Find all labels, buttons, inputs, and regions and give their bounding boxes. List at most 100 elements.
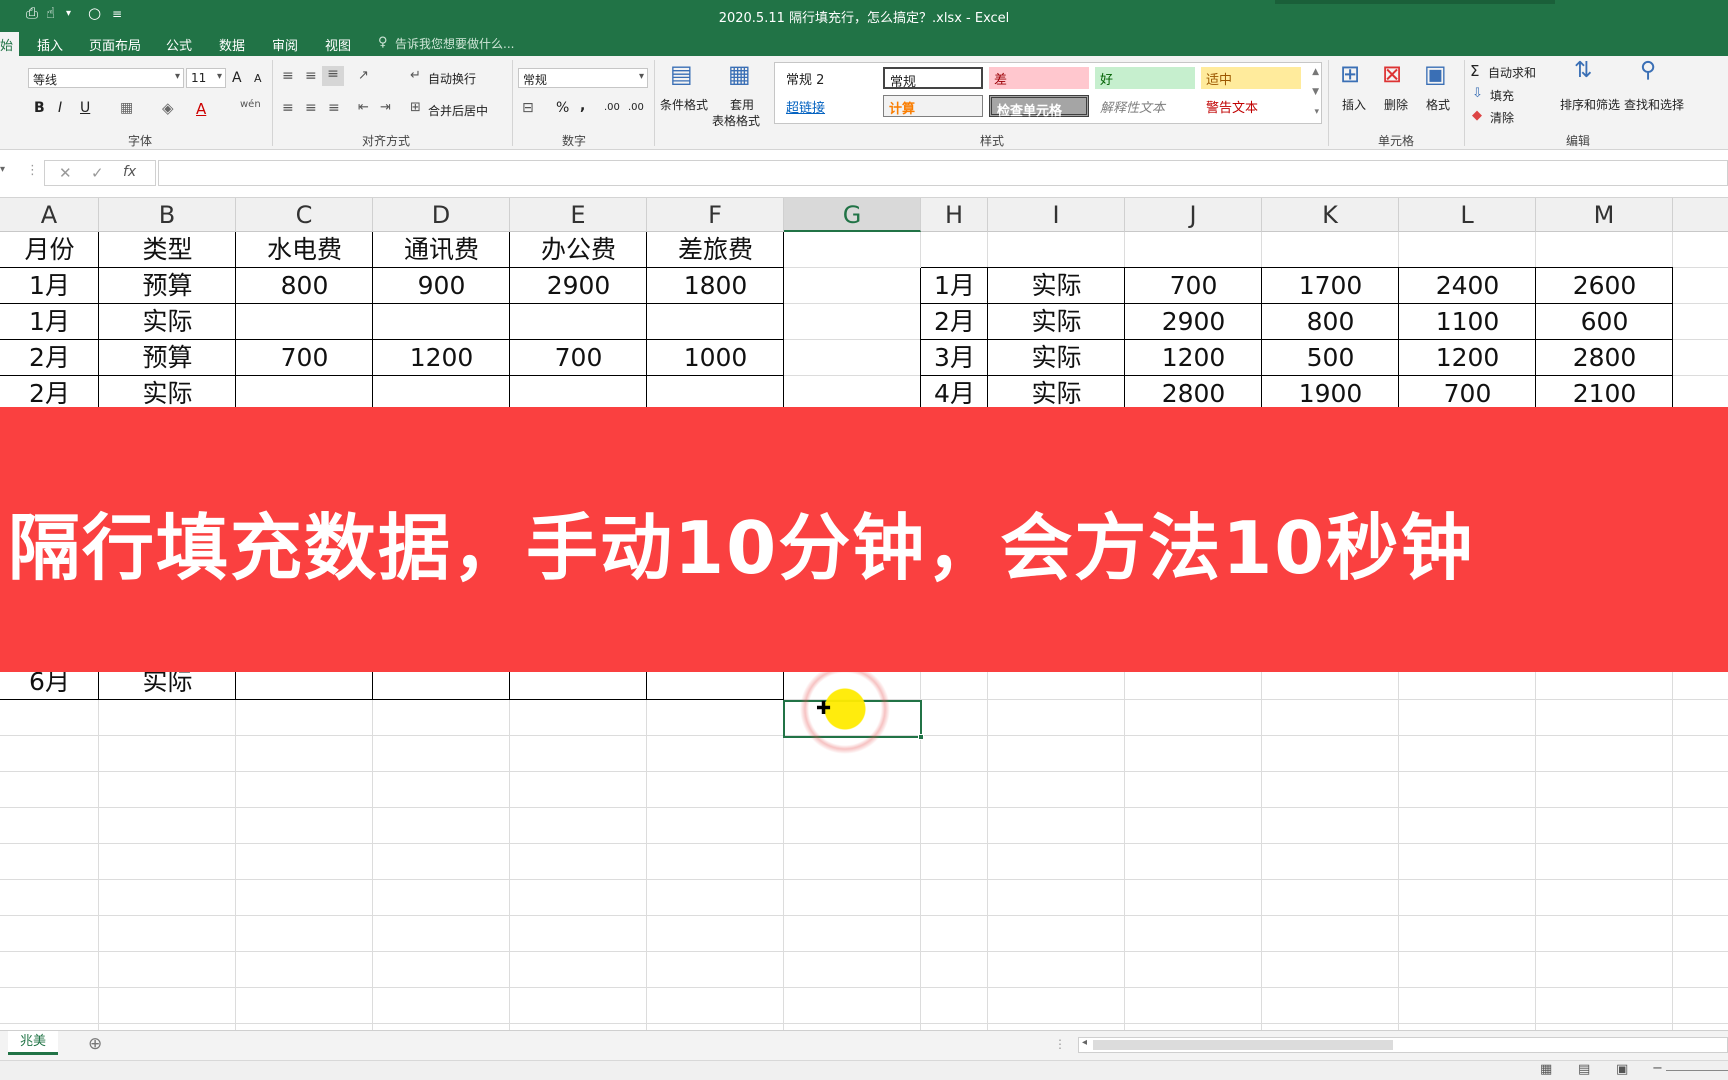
tab-view[interactable]: 视图 <box>325 35 351 54</box>
tab-data[interactable]: 数据 <box>219 35 245 54</box>
data-cell[interactable]: 600 <box>1536 304 1673 340</box>
tab-home[interactable]: 始 <box>0 32 20 56</box>
style-neutral[interactable]: 适中 <box>1201 67 1301 89</box>
increase-decimal-button[interactable]: .00 <box>604 102 620 113</box>
insert-function-button[interactable]: fx <box>123 164 136 180</box>
number-format-select[interactable]: 常规 <box>518 68 648 88</box>
align-left-icon[interactable]: ≡ <box>282 100 294 116</box>
data-cell[interactable]: 1700 <box>1262 268 1399 304</box>
data-cell[interactable]: 1200 <box>1125 340 1262 376</box>
data-cell[interactable]: 实际 <box>988 268 1125 304</box>
fill-color-icon[interactable]: ◈ <box>162 99 174 117</box>
col-header-f[interactable]: F <box>647 198 784 232</box>
underline-button[interactable]: U <box>80 100 90 116</box>
col-header-k[interactable]: K <box>1262 198 1399 232</box>
style-calculation[interactable]: 计算 <box>883 95 983 117</box>
header-cell[interactable]: 月份 <box>0 232 99 268</box>
col-header-i[interactable]: I <box>988 198 1125 232</box>
comma-button[interactable]: , <box>580 98 585 114</box>
data-cell[interactable]: 预算 <box>99 340 236 376</box>
col-header-j[interactable]: J <box>1125 198 1262 232</box>
data-cell[interactable]: 800 <box>236 268 373 304</box>
data-cell[interactable] <box>236 304 373 340</box>
decrease-decimal-button[interactable]: .00 <box>628 102 644 113</box>
tab-insert[interactable]: 插入 <box>37 35 63 54</box>
data-cell[interactable]: 2600 <box>1536 268 1673 304</box>
col-header-d[interactable]: D <box>373 198 510 232</box>
sheet-tab[interactable]: 兆美 <box>8 1031 58 1055</box>
data-cell[interactable]: 2400 <box>1399 268 1536 304</box>
header-cell[interactable]: 通讯费 <box>373 232 510 268</box>
header-cell[interactable]: 水电费 <box>236 232 373 268</box>
data-cell[interactable]: 700 <box>510 340 647 376</box>
zoom-out-icon[interactable]: − <box>1652 1061 1663 1076</box>
merge-center-button[interactable]: 合并后居中 <box>428 102 488 119</box>
fill-handle[interactable] <box>918 734 924 740</box>
style-check-cell[interactable]: 检查单元格 <box>989 95 1089 119</box>
tab-split-grip[interactable]: ⋮ <box>1054 1037 1066 1051</box>
font-size-select[interactable]: 11 <box>186 68 226 88</box>
phonetic-button[interactable]: wén <box>240 99 261 110</box>
data-cell[interactable]: 1800 <box>647 268 784 304</box>
page-break-view-icon[interactable]: ▣ <box>1616 1062 1628 1077</box>
delete-cells-button[interactable]: 删除 <box>1384 96 1408 113</box>
clear-button[interactable]: 清除 <box>1490 109 1514 126</box>
increase-indent-icon[interactable]: ⇥ <box>380 100 391 115</box>
increase-font-button[interactable]: A <box>232 70 242 86</box>
wrap-text-button[interactable]: 自动换行 <box>428 70 476 87</box>
data-cell[interactable]: 1000 <box>647 340 784 376</box>
col-header-n[interactable] <box>1673 198 1728 232</box>
col-header-h[interactable]: H <box>921 198 988 232</box>
data-cell[interactable]: 700 <box>1125 268 1262 304</box>
cancel-button[interactable]: ✕ <box>59 164 72 182</box>
horizontal-scrollbar[interactable]: ◂ <box>1078 1037 1728 1053</box>
data-cell[interactable]: 2月 <box>921 304 988 340</box>
scroll-thumb[interactable] <box>1093 1040 1393 1050</box>
tab-review[interactable]: 审阅 <box>272 35 298 54</box>
data-cell[interactable]: 1月 <box>0 268 99 304</box>
normal-view-icon[interactable]: ▦ <box>1540 1062 1552 1077</box>
autosum-button[interactable]: 自动求和 <box>1488 64 1536 81</box>
name-box-dropdown-icon[interactable]: ▾ <box>0 164 5 175</box>
format-table-label-2[interactable]: 表格格式 <box>712 112 760 129</box>
data-cell[interactable]: 2900 <box>510 268 647 304</box>
data-cell[interactable]: 1200 <box>373 340 510 376</box>
insert-cells-button[interactable]: 插入 <box>1342 96 1366 113</box>
data-cell[interactable]: 3月 <box>921 340 988 376</box>
data-cell[interactable] <box>647 304 784 340</box>
align-middle-icon[interactable]: ≡ <box>305 68 317 84</box>
style-normal[interactable]: 常规 <box>883 67 983 90</box>
align-top-icon[interactable]: ≡ <box>282 68 294 84</box>
font-color-button[interactable]: A <box>196 100 206 118</box>
decrease-font-button[interactable]: A <box>254 72 262 85</box>
col-header-e[interactable]: E <box>510 198 647 232</box>
col-header-g[interactable]: G <box>784 198 921 232</box>
conditional-format-button[interactable]: 条件格式 <box>660 96 708 113</box>
scroll-left-icon[interactable]: ◂ <box>1082 1037 1087 1048</box>
data-cell[interactable] <box>510 304 647 340</box>
data-cell[interactable]: 500 <box>1262 340 1399 376</box>
gallery-more-icon[interactable]: ▾ <box>1314 107 1319 117</box>
col-header-c[interactable]: C <box>236 198 373 232</box>
data-cell[interactable]: 1月 <box>0 304 99 340</box>
data-cell[interactable]: 2900 <box>1125 304 1262 340</box>
italic-button[interactable]: I <box>58 100 62 116</box>
align-right-icon[interactable]: ≡ <box>328 100 340 116</box>
border-icon[interactable]: ▦ <box>120 100 133 116</box>
format-cells-button[interactable]: 格式 <box>1426 96 1450 113</box>
col-header-l[interactable]: L <box>1399 198 1536 232</box>
currency-icon[interactable]: ⊟ <box>522 100 534 116</box>
data-cell[interactable]: 预算 <box>99 268 236 304</box>
tab-page-layout[interactable]: 页面布局 <box>89 35 141 54</box>
decrease-indent-icon[interactable]: ⇤ <box>358 100 369 115</box>
data-cell[interactable]: 实际 <box>99 304 236 340</box>
header-cell[interactable]: 办公费 <box>510 232 647 268</box>
find-select-button[interactable]: 查找和选择 <box>1624 96 1684 113</box>
data-cell[interactable]: 2月 <box>0 340 99 376</box>
data-cell[interactable]: 实际 <box>988 304 1125 340</box>
gallery-scroll-down-icon[interactable]: ▼ <box>1312 87 1319 97</box>
col-header-a[interactable]: A <box>0 198 99 232</box>
page-layout-view-icon[interactable]: ▤ <box>1578 1062 1590 1077</box>
data-cell[interactable]: 1200 <box>1399 340 1536 376</box>
style-bad[interactable]: 差 <box>989 67 1089 89</box>
